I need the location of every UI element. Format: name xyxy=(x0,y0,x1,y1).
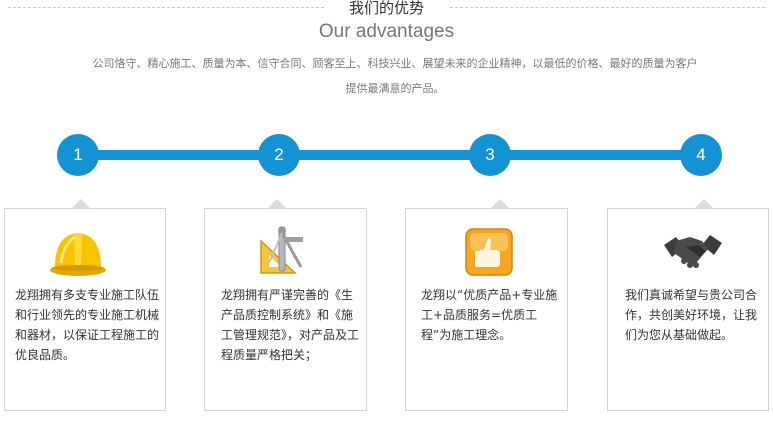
progress-track xyxy=(66,150,706,160)
handshake-icon xyxy=(662,223,724,279)
card-text: 龙翔拥有严谨完善的《生产品质控制系统》和《施工管理规范》，对产品及工程质量严格把… xyxy=(221,288,360,362)
card-pointer xyxy=(490,199,510,209)
section-subtitle: Our advantages xyxy=(318,21,455,42)
thumbs-up-icon xyxy=(462,223,524,279)
intro-text: 公司恪守、精心施工、质量为本、信守合同、顾客至上、科技兴业、展望未来的企业精神，… xyxy=(92,57,698,95)
hard-hat-icon xyxy=(47,223,109,279)
card-text: 龙翔拥有多支专业施工队伍和行业领先的专业施工机械和器材，以保证工程施工的优良品质… xyxy=(15,288,160,362)
advantage-card-1: 龙翔拥有多支专业施工队伍和行业领先的专业施工机械和器材，以保证工程施工的优良品质… xyxy=(4,199,166,411)
card-pointer xyxy=(267,199,287,209)
step-circle-4: 4 xyxy=(680,134,722,176)
step-circle-1: 1 xyxy=(57,134,99,176)
section-title: 我们的优势 xyxy=(348,0,424,17)
advantage-card-2: 龙翔拥有严谨完善的《生产品质控制系统》和《施工管理规范》，对产品及工程质量严格把… xyxy=(204,199,367,411)
advantage-card-3: 龙翔以“优质产品+专业施工+品质服务=优质工程”为施工理念。 xyxy=(405,199,568,411)
card-pointer xyxy=(71,199,91,209)
card-pointer xyxy=(694,199,714,209)
card-text: 龙翔以“优质产品+专业施工+品质服务=优质工程”为施工理念。 xyxy=(421,288,558,342)
advantage-card-4: 我们真诚希望与贵公司合作，共创美好环境，让我们为您从基础做起。 xyxy=(607,199,769,411)
card-text: 我们真诚希望与贵公司合作，共创美好环境，让我们为您从基础做起。 xyxy=(625,288,758,342)
step-circle-3: 3 xyxy=(469,134,511,176)
drafting-tools-icon xyxy=(255,223,317,279)
step-circle-2: 2 xyxy=(258,134,300,176)
